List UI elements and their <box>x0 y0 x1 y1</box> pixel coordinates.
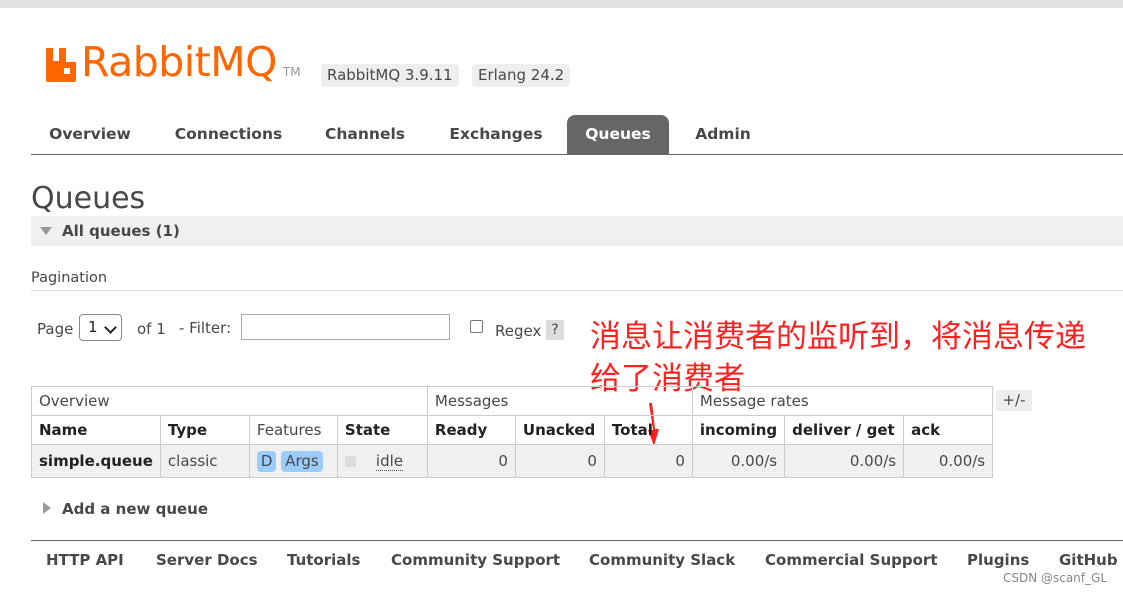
top-bar <box>0 0 1123 8</box>
page-select-value: 1 <box>88 318 98 336</box>
csdn-watermark: CSDN @scanf_GL <box>1002 571 1107 585</box>
pagination-divider <box>31 290 1123 291</box>
tab-exchanges[interactable]: Exchanges <box>435 115 557 154</box>
filter-label: - Filter: <box>179 319 232 337</box>
pagination-label: Pagination <box>31 270 108 286</box>
col-features: Features <box>248 415 338 445</box>
col-incoming[interactable]: incoming <box>691 415 786 445</box>
all-queues-section-toggle[interactable]: All queues (1) <box>31 216 1123 246</box>
table-group-header-row: Overview Messages Message rates <box>31 386 994 416</box>
table-row: simple.queue classic D Args idle 0 0 0 0… <box>31 444 994 478</box>
tab-connections[interactable]: Connections <box>161 115 296 154</box>
footer-link-tutorials[interactable]: Tutorials <box>287 551 360 569</box>
queue-features: D Args <box>248 444 338 478</box>
footer-link-community-slack[interactable]: Community Slack <box>589 551 735 569</box>
table-header-row: Name Type Features State Ready Unacked T… <box>31 415 994 445</box>
queues-table: Overview Messages Message rates Name Typ… <box>31 386 994 478</box>
footer-link-community-support[interactable]: Community Support <box>391 551 560 569</box>
feature-args-badge: Args <box>281 450 323 472</box>
col-total[interactable]: Total <box>603 415 693 445</box>
rabbitmq-logo[interactable]: RabbitMQ TM <box>44 38 301 86</box>
section-label: All queues (1) <box>62 222 180 240</box>
col-type[interactable]: Type <box>159 415 250 445</box>
footer-divider <box>31 540 1123 541</box>
collapse-triangle-icon <box>40 227 52 235</box>
tab-overview[interactable]: Overview <box>31 115 149 154</box>
col-unacked[interactable]: Unacked <box>514 415 605 445</box>
queue-type: classic <box>159 444 250 478</box>
footer-link-server-docs[interactable]: Server Docs <box>156 551 258 569</box>
state-label: idle <box>375 452 403 471</box>
chevron-down-icon <box>104 321 117 334</box>
page-count: of 1 <box>137 320 166 338</box>
page-select[interactable]: 1 <box>79 314 122 341</box>
erlang-badge: Erlang 24.2 <box>472 64 571 87</box>
group-messages: Messages <box>426 386 693 416</box>
main-nav: Overview Connections Channels Exchanges … <box>31 115 1123 155</box>
ready-count: 0 <box>426 444 516 478</box>
group-overview: Overview <box>31 386 428 416</box>
logo-trademark: TM <box>282 65 301 79</box>
queue-state: idle <box>336 444 428 478</box>
col-deliver-get[interactable]: deliver / get <box>784 415 905 445</box>
footer-link-plugins[interactable]: Plugins <box>967 551 1029 569</box>
page-title: Queues <box>31 181 146 216</box>
tab-admin[interactable]: Admin <box>682 115 764 154</box>
filter-input[interactable] <box>241 314 450 340</box>
expand-triangle-icon <box>43 502 51 514</box>
group-message-rates: Message rates <box>691 386 994 416</box>
deliver-get-rate: 0.00/s <box>784 444 905 478</box>
add-queue-label: Add a new queue <box>62 500 209 518</box>
state-indicator-icon <box>344 456 356 467</box>
footer-link-github[interactable]: GitHub <box>1059 551 1118 569</box>
regex-checkbox[interactable] <box>470 320 483 333</box>
version-badge: RabbitMQ 3.9.11 <box>321 64 459 87</box>
footer-link-http-api[interactable]: HTTP API <box>46 551 124 569</box>
col-state[interactable]: State <box>336 415 428 445</box>
col-ready[interactable]: Ready <box>426 415 516 445</box>
col-ack[interactable]: ack <box>903 415 994 445</box>
incoming-rate: 0.00/s <box>691 444 786 478</box>
col-name[interactable]: Name <box>31 415 161 445</box>
logo-text: RabbitMQ <box>81 38 277 86</box>
rabbit-logo-icon <box>46 48 76 82</box>
tab-queues[interactable]: Queues <box>567 115 669 154</box>
feature-durable-badge: D <box>256 450 277 472</box>
regex-label: Regex <box>495 322 542 340</box>
tab-channels[interactable]: Channels <box>311 115 419 154</box>
page-label: Page <box>37 320 74 338</box>
ack-rate: 0.00/s <box>903 444 994 478</box>
regex-help-button[interactable]: ? <box>546 320 564 340</box>
queue-name-link[interactable]: simple.queue <box>31 444 161 478</box>
unacked-count: 0 <box>514 444 605 478</box>
column-toggle-button[interactable]: +/- <box>996 390 1032 411</box>
footer-link-commercial-support[interactable]: Commercial Support <box>765 551 938 569</box>
total-count: 0 <box>603 444 693 478</box>
